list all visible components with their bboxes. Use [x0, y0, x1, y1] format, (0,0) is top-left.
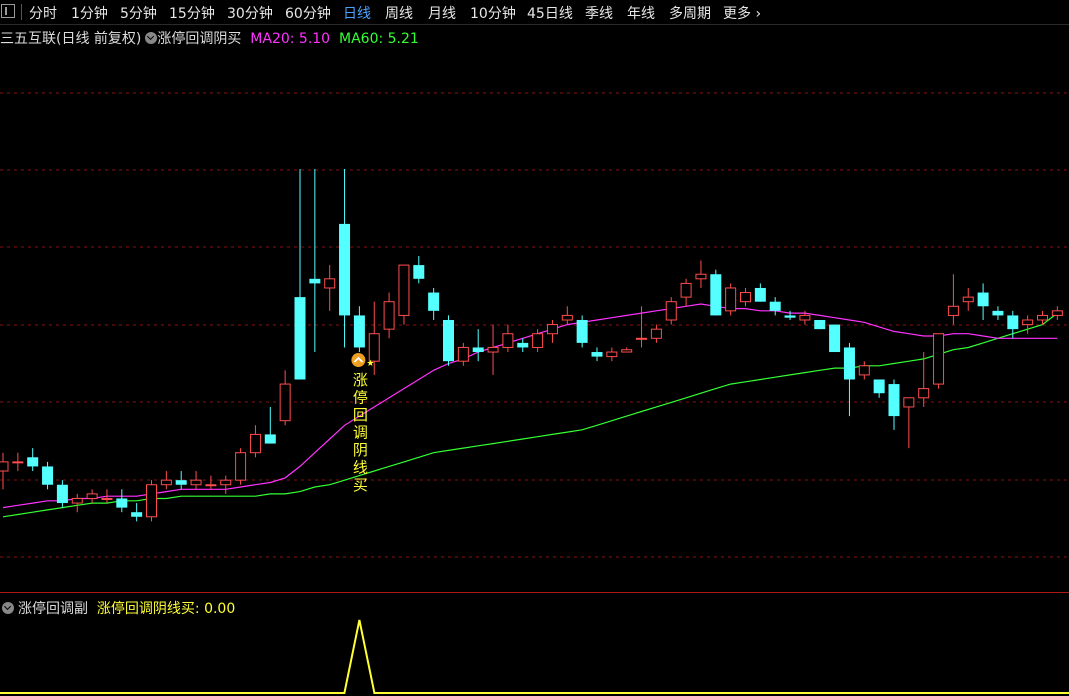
- signal-star: ★: [366, 359, 374, 369]
- candle-body-37: [546, 324, 558, 335]
- candle-body-30: [443, 320, 454, 362]
- candle-body-4: [56, 484, 68, 504]
- candle-body-63: [933, 333, 945, 385]
- sub-indicator-dropdown-icon[interactable]: [2, 602, 14, 614]
- candle-body-51: [754, 287, 766, 302]
- candle-body-24: [353, 315, 365, 348]
- candle-body-27: [398, 264, 410, 316]
- signal-label-char-6: 买: [353, 476, 368, 494]
- sub-legend: 涨停回调副 涨停回调阴线买: 0.00: [0, 598, 235, 618]
- candle-body-23: [339, 223, 351, 316]
- candle-body-16: [235, 452, 247, 481]
- candle-body-18: [264, 434, 276, 444]
- candle-body-36: [532, 333, 544, 348]
- candle-body-60: [888, 384, 900, 417]
- candle-body-67: [992, 310, 1004, 316]
- candle-body-10: [146, 484, 157, 518]
- candle-body-32: [472, 347, 484, 353]
- candle-body-19: [279, 383, 291, 422]
- kline-chart[interactable]: ★ 涨停回调阴线买: [0, 0, 1069, 696]
- candle-body-28: [413, 265, 425, 279]
- candle-body-7: [101, 497, 113, 500]
- candle-body-38: [561, 314, 573, 321]
- candle-body-9: [131, 512, 143, 517]
- candle-body-3: [42, 466, 54, 485]
- candle-body-31: [457, 346, 469, 362]
- candle-body-39: [576, 320, 588, 343]
- candle-body-34: [502, 333, 514, 348]
- candle-body-29: [428, 292, 440, 311]
- candle-body-21: [309, 278, 321, 284]
- signal-label-char-3: 调: [353, 424, 368, 442]
- candle-body-22: [324, 278, 336, 289]
- candle-body-6: [86, 493, 98, 499]
- candle-body-69: [1022, 319, 1034, 326]
- candle-body-1: [12, 461, 24, 464]
- candle-body-64: [947, 305, 959, 316]
- signal-label-char-1: 停: [353, 389, 368, 407]
- candle-body-41: [606, 351, 618, 358]
- candle-body-44: [650, 328, 662, 339]
- candle-body-25: [368, 333, 380, 362]
- sub-indicator-name[interactable]: 涨停回调副: [18, 601, 88, 617]
- sub-series-label: 涨停回调阴线买:: [96, 601, 200, 617]
- candle-body-70: [1037, 314, 1048, 321]
- candle-body-68: [1007, 315, 1019, 330]
- candle-body-8: [116, 498, 128, 508]
- candle-body-54: [799, 314, 811, 321]
- candle-body-33: [487, 346, 499, 353]
- candle-body-20: [294, 297, 306, 380]
- candle-body-55: [814, 320, 826, 330]
- candle-body-35: [517, 342, 529, 348]
- candle-body-26: [383, 301, 395, 330]
- signal-label-char-5: 线: [353, 459, 368, 477]
- candle-body-61: [903, 397, 915, 408]
- signal-marker-icon: [351, 353, 366, 368]
- candle-body-43: [636, 337, 648, 340]
- candle-body-62: [918, 388, 930, 399]
- candle-body-52: [769, 301, 781, 311]
- sub-signal-line: [0, 619, 1069, 694]
- candle-body-40: [591, 352, 603, 357]
- candle-body-53: [784, 315, 796, 318]
- candle-body-50: [740, 292, 751, 303]
- candle-body-66: [977, 292, 989, 307]
- candle-body-65: [962, 296, 974, 303]
- candle-body-46: [680, 282, 692, 298]
- candle-body-45: [665, 301, 677, 321]
- candle-body-17: [249, 433, 261, 454]
- candle-body-14: [205, 484, 217, 487]
- candle-body-58: [858, 365, 870, 376]
- signal-label-char-4: 阴: [353, 441, 368, 459]
- candle-body-47: [695, 273, 707, 280]
- candle-body-0: [0, 461, 9, 472]
- candle-body-15: [220, 479, 232, 486]
- candle-body-71: [1051, 310, 1063, 316]
- candle-body-48: [710, 274, 722, 316]
- candle-body-2: [27, 457, 39, 467]
- signal-label-char-2: 回: [353, 406, 368, 424]
- candle-body-59: [873, 379, 885, 394]
- sub-series-value: 0.00: [204, 601, 236, 617]
- candle-body-49: [725, 287, 737, 312]
- candle-body-56: [829, 324, 841, 353]
- candle-body-12: [175, 480, 187, 485]
- candle-body-42: [621, 349, 633, 353]
- candle-body-11: [160, 479, 172, 486]
- candle-body-57: [843, 347, 855, 380]
- candle-body-5: [71, 497, 83, 504]
- candle-body-13: [190, 479, 202, 486]
- signal-label-char-0: 涨: [353, 371, 368, 389]
